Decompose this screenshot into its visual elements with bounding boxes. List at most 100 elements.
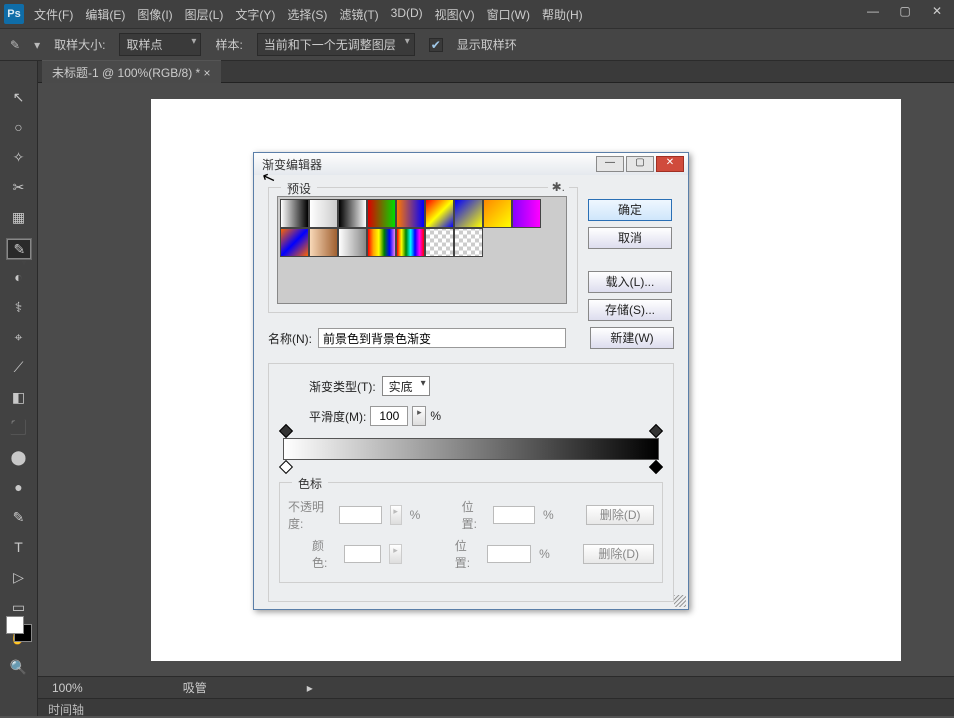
- tool-item[interactable]: ◐: [7, 269, 31, 289]
- status-play-icon[interactable]: ▸: [307, 681, 313, 695]
- menu-select[interactable]: 选择(S): [287, 6, 327, 23]
- menu-view[interactable]: 视图(V): [435, 6, 475, 23]
- preset-swatch[interactable]: [280, 228, 309, 257]
- menu-window[interactable]: 窗口(W): [487, 6, 530, 23]
- color-delete-button[interactable]: 删除(D): [583, 544, 654, 564]
- color-stop-left[interactable]: [279, 460, 293, 474]
- color-stop-right[interactable]: [649, 460, 663, 474]
- color-swatches[interactable]: [6, 616, 30, 640]
- preset-swatch[interactable]: [454, 228, 483, 257]
- tool-item[interactable]: ▦: [7, 209, 31, 229]
- show-ring-checkbox[interactable]: ✔: [429, 38, 443, 52]
- preset-list[interactable]: [277, 196, 567, 304]
- tool-item[interactable]: ⌖: [7, 329, 31, 349]
- dialog-titlebar[interactable]: 渐变编辑器 — ▢ ✕: [254, 153, 688, 175]
- status-bar: 100% 吸管 ▸: [38, 676, 954, 698]
- preset-swatch[interactable]: [280, 199, 309, 228]
- tool-item[interactable]: 🔍: [7, 659, 31, 679]
- minimize-button[interactable]: —: [864, 4, 882, 18]
- app-logo: Ps: [4, 4, 24, 24]
- presets-menu-icon[interactable]: ✱.: [548, 180, 569, 194]
- document-tab[interactable]: 未标题-1 @ 100%(RGB/8) * ×: [42, 60, 221, 84]
- tool-item[interactable]: ◧: [7, 389, 31, 409]
- color-well[interactable]: [344, 545, 381, 563]
- new-button[interactable]: 新建(W): [590, 327, 674, 349]
- menu-help[interactable]: 帮助(H): [542, 6, 583, 23]
- opacity-stop-right[interactable]: [649, 424, 663, 438]
- tool-item[interactable]: ▷: [7, 569, 31, 589]
- tool-item[interactable]: ⟋: [7, 359, 31, 379]
- opacity-stop-left[interactable]: [279, 424, 293, 438]
- options-bar: ✎▾ 取样大小: 取样点 样本: 当前和下一个无调整图层 ✔ 显示取样环: [0, 28, 954, 61]
- menu-image[interactable]: 图像(I): [137, 6, 172, 23]
- menu-layer[interactable]: 图层(L): [185, 6, 224, 23]
- color-location-input[interactable]: [487, 545, 531, 563]
- preset-swatch[interactable]: [309, 228, 338, 257]
- preset-swatch[interactable]: [425, 228, 454, 257]
- close-button[interactable]: ✕: [928, 4, 946, 18]
- menu-file[interactable]: 文件(F): [34, 6, 73, 23]
- preset-swatch[interactable]: [309, 199, 338, 228]
- dialog-close-button[interactable]: ✕: [656, 156, 684, 172]
- opacity-stepper[interactable]: ▸: [390, 505, 402, 525]
- tool-item[interactable]: ✂: [7, 179, 31, 199]
- tool-item[interactable]: ⚕: [7, 299, 31, 319]
- foreground-swatch[interactable]: [6, 616, 24, 634]
- preset-swatch[interactable]: [367, 228, 396, 257]
- smoothness-input[interactable]: [370, 406, 408, 426]
- opacity-delete-button[interactable]: 删除(D): [586, 505, 654, 525]
- opacity-location-input[interactable]: [493, 506, 535, 524]
- tool-item[interactable]: ⬛: [7, 419, 31, 439]
- color-stepper[interactable]: ▸: [389, 544, 402, 564]
- zoom-display[interactable]: 100%: [52, 681, 83, 695]
- save-button[interactable]: 存储(S)...: [588, 299, 672, 321]
- resize-grip[interactable]: [674, 595, 686, 607]
- gradient-type-select[interactable]: 实底: [382, 376, 430, 396]
- percent-label: %: [430, 409, 441, 423]
- tool-item[interactable]: ✎: [7, 509, 31, 529]
- opacity-label: 不透明度:: [288, 498, 331, 532]
- opacity-input[interactable]: [339, 506, 381, 524]
- tool-item[interactable]: ✧: [7, 149, 31, 169]
- preset-swatch[interactable]: [338, 228, 367, 257]
- maximize-button[interactable]: ▢: [896, 4, 914, 18]
- color-loc-percent: %: [539, 547, 550, 561]
- dialog-minimize-button[interactable]: —: [596, 156, 624, 172]
- sample-label: 样本:: [215, 36, 242, 53]
- preset-swatch[interactable]: [454, 199, 483, 228]
- tool-item[interactable]: ✎: [7, 239, 31, 259]
- tool-item[interactable]: ●: [7, 479, 31, 499]
- gradient-preview[interactable]: [283, 438, 659, 460]
- cancel-button[interactable]: 取消: [588, 227, 672, 249]
- preset-swatch[interactable]: [338, 199, 367, 228]
- show-ring-label: 显示取样环: [457, 36, 517, 53]
- menu-edit[interactable]: 编辑(E): [85, 6, 125, 23]
- gradient-bar[interactable]: [283, 438, 659, 460]
- gradient-name-input[interactable]: [318, 328, 566, 348]
- gradient-editor-dialog: 渐变编辑器 — ▢ ✕ 确定 取消 载入(L)... 存储(S)... 预设 ✱…: [253, 152, 689, 610]
- name-label: 名称(N):: [268, 330, 312, 347]
- menu-3d[interactable]: 3D(D): [391, 6, 423, 23]
- ok-button[interactable]: 确定: [588, 199, 672, 221]
- sample-size-select[interactable]: 取样点: [119, 33, 201, 56]
- stops-group-label: 色标: [292, 475, 328, 492]
- timeline-panel-tab[interactable]: 时间轴: [38, 698, 954, 716]
- preset-swatch[interactable]: [367, 199, 396, 228]
- dropdown-icon[interactable]: ▾: [34, 38, 40, 52]
- tool-item[interactable]: ⬤: [7, 449, 31, 469]
- preset-swatch[interactable]: [396, 199, 425, 228]
- preset-swatch[interactable]: [512, 199, 541, 228]
- tool-item[interactable]: ↖: [7, 89, 31, 109]
- tool-item[interactable]: ○: [7, 119, 31, 139]
- dialog-maximize-button[interactable]: ▢: [626, 156, 654, 172]
- preset-swatch[interactable]: [396, 228, 425, 257]
- smoothness-stepper[interactable]: ▸: [412, 406, 426, 426]
- preset-swatch[interactable]: [483, 199, 512, 228]
- menu-filter[interactable]: 滤镜(T): [339, 6, 378, 23]
- preset-swatch[interactable]: [425, 199, 454, 228]
- window-controls: — ▢ ✕: [864, 4, 946, 18]
- sample-select[interactable]: 当前和下一个无调整图层: [257, 33, 415, 56]
- tool-item[interactable]: T: [7, 539, 31, 559]
- menu-type[interactable]: 文字(Y): [235, 6, 275, 23]
- load-button[interactable]: 载入(L)...: [588, 271, 672, 293]
